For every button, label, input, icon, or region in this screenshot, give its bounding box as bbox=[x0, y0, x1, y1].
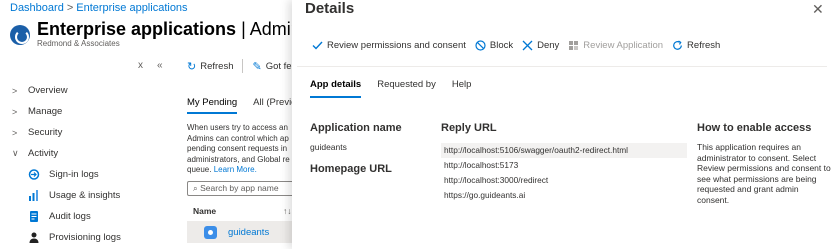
reply-url-item: https://go.guideants.ai bbox=[444, 190, 526, 200]
sign-in-logs-icon bbox=[28, 169, 40, 180]
how-to-enable-label: How to enable access bbox=[697, 122, 812, 134]
tab-all-preview[interactable]: All (Previe bbox=[253, 97, 296, 114]
page-subtitle: Redmond & Associates bbox=[37, 39, 120, 48]
block-button[interactable]: Block bbox=[475, 40, 513, 51]
desc-line-last: queue. Learn More. bbox=[187, 165, 297, 176]
review-permissions-button[interactable]: Review permissions and consent bbox=[312, 40, 466, 51]
application-name-label: Application name bbox=[310, 122, 402, 134]
clear-icon[interactable]: x bbox=[138, 60, 143, 71]
deny-button[interactable]: Deny bbox=[522, 40, 559, 51]
nav-collapse-controls: x « bbox=[138, 60, 177, 71]
toolbar-divider bbox=[297, 66, 827, 67]
search-icon: ⌕ bbox=[193, 183, 198, 193]
nav-item-manage[interactable]: > Manage bbox=[12, 101, 177, 122]
search-input[interactable]: ⌕ Search by app name bbox=[187, 181, 297, 196]
nav-item-label: Sign-in logs bbox=[49, 169, 99, 180]
details-toolbar: Review permissions and consent Block Den… bbox=[312, 40, 729, 51]
desc-line: administrators, and Global re bbox=[187, 154, 290, 164]
close-icon[interactable]: ✕ bbox=[812, 1, 824, 18]
details-title: Details bbox=[305, 0, 355, 17]
how-to-enable-text: This application requires an administrat… bbox=[697, 142, 831, 205]
nav-item-label: Security bbox=[28, 127, 63, 138]
refresh-icon bbox=[673, 40, 682, 50]
reply-url-item: http://localhost:5173 bbox=[444, 160, 519, 170]
desc-line: pending consent requests in bbox=[187, 144, 288, 153]
reply-url-item: http://localhost:3000/redirect bbox=[444, 175, 549, 185]
nav-item-usage-insights[interactable]: Usage & insights bbox=[12, 185, 177, 206]
collapse-nav-icon[interactable]: « bbox=[157, 60, 163, 71]
row-app-name[interactable]: guideants bbox=[228, 227, 269, 238]
column-header-name[interactable]: Name bbox=[193, 206, 216, 216]
chevron-right-icon: > bbox=[12, 106, 18, 117]
deny-icon bbox=[522, 40, 533, 51]
learn-more-link[interactable]: Learn More. bbox=[214, 165, 257, 174]
toolbar-divider bbox=[242, 59, 244, 73]
nav-item-security[interactable]: > Security bbox=[12, 122, 177, 143]
application-name-value: guideants bbox=[310, 142, 347, 152]
reply-url-list: http://localhost:5106/swagger/oauth2-red… bbox=[441, 143, 687, 203]
details-panel: Details ✕ Review permissions and consent… bbox=[292, 0, 840, 249]
chevron-down-icon: ∨ bbox=[12, 148, 19, 158]
refresh-label: Refresh bbox=[687, 40, 721, 51]
usage-insights-icon bbox=[28, 190, 40, 201]
nav-item-provisioning-logs[interactable]: Provisioning logs bbox=[12, 227, 177, 248]
search-placeholder: Search by app name bbox=[200, 183, 279, 193]
nav-item-overview[interactable]: > Overview bbox=[12, 80, 177, 101]
tab-requested-by[interactable]: Requested by bbox=[377, 79, 436, 98]
desc-line: queue. bbox=[187, 165, 214, 174]
background-toolbar: ↻ Refresh ✎ Got fee bbox=[187, 59, 297, 73]
desc-line: When users try to access an bbox=[187, 123, 288, 132]
breadcrumb-separator: > bbox=[66, 2, 74, 14]
breadcrumb-enterprise-applications[interactable]: Enterprise applications bbox=[76, 2, 187, 14]
checkmark-icon bbox=[312, 41, 323, 50]
refresh-button[interactable]: Refresh bbox=[672, 40, 720, 51]
tab-my-pending[interactable]: My Pending bbox=[187, 97, 238, 114]
nav-item-label: Provisioning logs bbox=[49, 232, 121, 243]
nav-item-label: Activity bbox=[28, 148, 59, 159]
block-icon bbox=[475, 40, 486, 51]
review-permissions-label: Review permissions and consent bbox=[327, 40, 466, 51]
reply-url-item: http://localhost:5106/swagger/oauth2-red… bbox=[441, 143, 687, 158]
nav-item-label: Overview bbox=[28, 85, 68, 96]
nav-item-activity[interactable]: ∨ Activity bbox=[12, 143, 177, 164]
review-application-icon bbox=[569, 41, 579, 50]
provisioning-logs-icon bbox=[28, 232, 40, 243]
nav-item-label: Audit logs bbox=[49, 211, 91, 222]
deny-label: Deny bbox=[537, 40, 560, 51]
background-tabs: My Pending All (Previe bbox=[187, 97, 296, 114]
nav-item-audit-logs[interactable]: Audit logs bbox=[12, 206, 177, 227]
tab-help[interactable]: Help bbox=[452, 79, 472, 98]
block-label: Block bbox=[489, 40, 514, 51]
feedback-icon: ✎ bbox=[252, 60, 262, 73]
audit-logs-icon bbox=[28, 211, 40, 222]
desc-line: Admins can control which ap bbox=[187, 133, 289, 143]
page-title-main: Enterprise applications bbox=[37, 19, 237, 39]
breadcrumb: Dashboard > Enterprise applications bbox=[10, 2, 188, 14]
tab-app-details[interactable]: App details bbox=[310, 79, 362, 98]
breadcrumb-dashboard[interactable]: Dashboard bbox=[10, 2, 64, 14]
nav-item-label: Manage bbox=[28, 106, 63, 117]
chevron-right-icon: > bbox=[12, 127, 18, 138]
refresh-icon: ↻ bbox=[187, 60, 197, 73]
review-application-label: Review Application bbox=[583, 40, 664, 51]
details-tabs: App details Requested by Help bbox=[310, 79, 487, 98]
left-nav: > Overview > Manage > Security ∨ Activity Si… bbox=[12, 80, 177, 248]
nav-item-sign-in-logs[interactable]: Sign-in logs bbox=[12, 164, 177, 185]
app-icon bbox=[204, 226, 217, 239]
enterprise-apps-icon bbox=[10, 25, 30, 45]
sort-icon[interactable]: ↑↓ bbox=[283, 206, 292, 216]
nav-item-label: Usage & insights bbox=[49, 190, 121, 201]
background-page: Dashboard > Enterprise applications Enterp… bbox=[0, 0, 354, 249]
reply-url-label: Reply URL bbox=[441, 122, 497, 134]
background-description: When users try to access an Admins can c… bbox=[187, 123, 297, 176]
homepage-url-label: Homepage URL bbox=[310, 163, 392, 175]
chevron-right-icon: > bbox=[12, 85, 18, 96]
bg-refresh-button[interactable]: Refresh bbox=[200, 61, 233, 72]
review-application-button[interactable]: Review Application bbox=[568, 40, 663, 51]
